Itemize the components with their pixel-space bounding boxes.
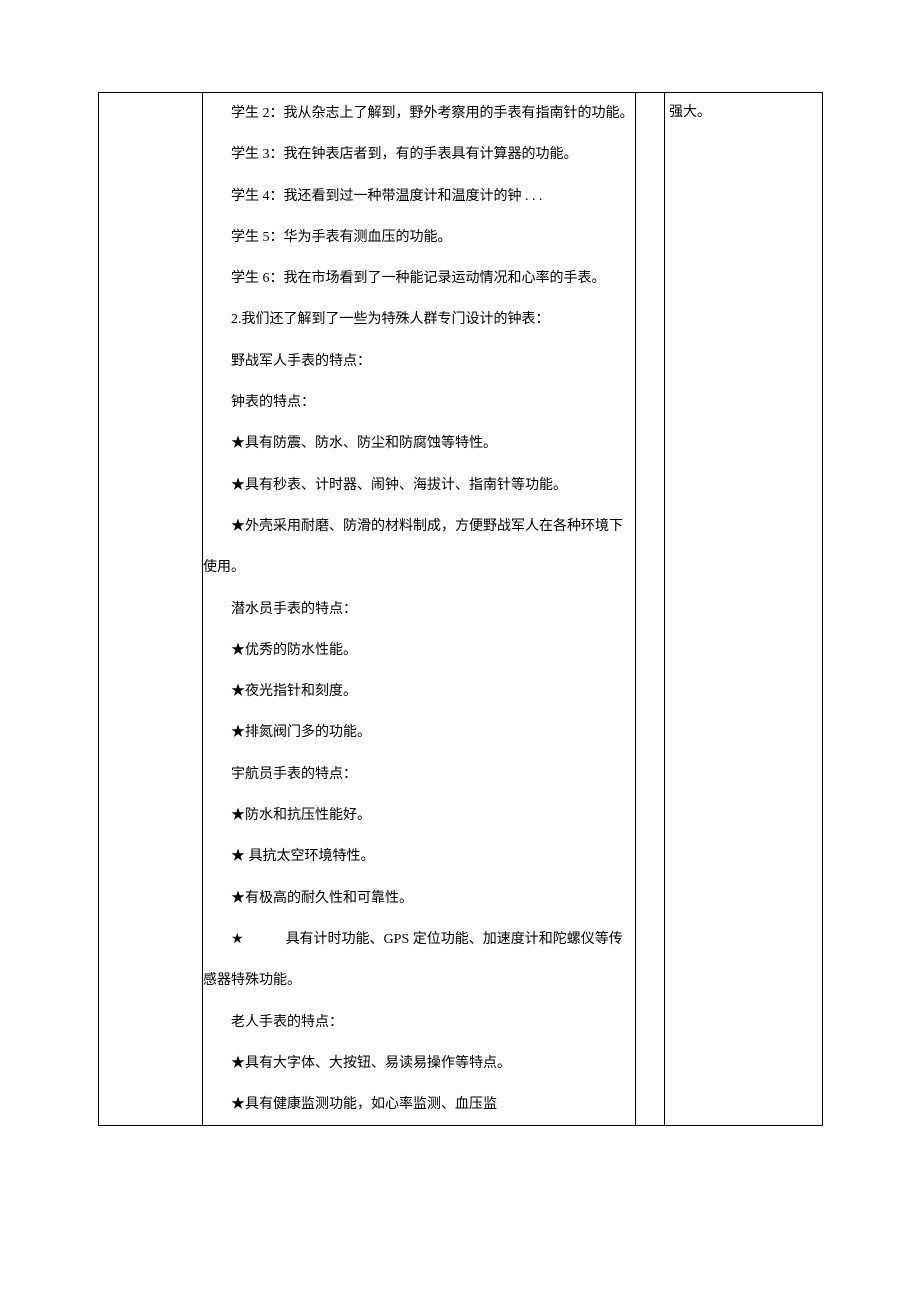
paragraph: ★排氮阀门多的功能。 bbox=[203, 712, 635, 753]
paragraph: 潜水员手表的特点： bbox=[203, 589, 635, 630]
paragraph: 2.我们还了解到了一些为特殊人群专门设计的钟表： bbox=[203, 299, 635, 340]
paragraph: ★防水和抗压性能好。 bbox=[203, 795, 635, 836]
paragraph: ★ 具抗太空环境特性。 bbox=[203, 836, 635, 877]
paragraph: ★具有防震、防水、防尘和防腐蚀等特性。 bbox=[203, 423, 635, 464]
page-layout-table: 学生 2：我从杂志上了解到，野外考察用的手表有指南针的功能。 学生 3：我在钟表… bbox=[98, 92, 823, 1126]
paragraph-text: 具有计时功能、GPS 定位功能、加速度计和陀螺仪等传感器特殊功能。 bbox=[203, 932, 623, 988]
notes-text: 强大。 bbox=[665, 93, 822, 134]
paragraph: 学生 3：我在钟表店者到，有的手表具有计算器的功能。 bbox=[203, 134, 635, 175]
paragraph: 学生 2：我从杂志上了解到，野外考察用的手表有指南针的功能。 bbox=[203, 93, 635, 134]
paragraph: 学生 5：华为手表有测血压的功能。 bbox=[203, 217, 635, 258]
col-main-content: 学生 2：我从杂志上了解到，野外考察用的手表有指南针的功能。 学生 3：我在钟表… bbox=[203, 93, 636, 1126]
paragraph: 学生 4：我还看到过一种带温度计和温度计的钟 . . . bbox=[203, 176, 635, 217]
paragraph: 老人手表的特点： bbox=[203, 1002, 635, 1043]
col-left-empty bbox=[99, 93, 203, 1126]
paragraph: 钟表的特点： bbox=[203, 382, 635, 423]
bullet-star: ★ bbox=[231, 932, 244, 947]
paragraph: 野战军人手表的特点： bbox=[203, 341, 635, 382]
paragraph: ★优秀的防水性能。 bbox=[203, 630, 635, 671]
paragraph: ★具有大字体、大按钮、易读易操作等特点。 bbox=[203, 1043, 635, 1084]
paragraph: 学生 6：我在市场看到了一种能记录运动情况和心率的手表。 bbox=[203, 258, 635, 299]
col-notes: 强大。 bbox=[665, 93, 823, 1126]
col-narrow-empty bbox=[636, 93, 665, 1126]
paragraph: ★具有秒表、计时器、闹钟、海拔计、指南针等功能。 bbox=[203, 465, 635, 506]
paragraph: ★具有健康监测功能，如心率监测、血压监 bbox=[203, 1084, 635, 1125]
paragraph: ★外壳采用耐磨、防滑的材料制成，方便野战军人在各种环境下使用。 bbox=[203, 506, 635, 589]
paragraph: ★有极高的耐久性和可靠性。 bbox=[203, 878, 635, 919]
table-row: 学生 2：我从杂志上了解到，野外考察用的手表有指南针的功能。 学生 3：我在钟表… bbox=[99, 93, 823, 1126]
paragraph: 宇航员手表的特点： bbox=[203, 754, 635, 795]
paragraph: ★夜光指针和刻度。 bbox=[203, 671, 635, 712]
paragraph: ★具有计时功能、GPS 定位功能、加速度计和陀螺仪等传感器特殊功能。 bbox=[203, 919, 635, 1002]
